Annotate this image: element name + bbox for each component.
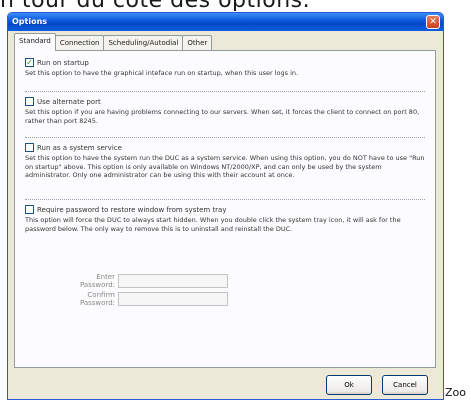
page-caption: n tour du côté des options. bbox=[0, 0, 470, 11]
options-dialog: Options ✕ Standard Connection Scheduling… bbox=[7, 12, 444, 400]
ok-button[interactable]: Ok bbox=[326, 375, 372, 395]
require-password-description: This option will force the DUC to always… bbox=[25, 216, 401, 233]
system-service-checkbox[interactable] bbox=[25, 143, 34, 152]
close-icon: ✕ bbox=[429, 17, 437, 27]
alternate-port-description: Set this option if you are having proble… bbox=[25, 108, 420, 125]
window-title: Options bbox=[12, 17, 48, 26]
system-service-description: Set this option to have the system run t… bbox=[25, 154, 425, 179]
system-service-label: Run as a system service bbox=[37, 143, 122, 152]
standard-tab-panel: ✓ Run on startup Set this option to have… bbox=[14, 50, 436, 368]
require-password-checkbox[interactable] bbox=[25, 205, 34, 214]
checkmark-icon: ✓ bbox=[26, 58, 33, 67]
require-password-label: Require password to restore window from … bbox=[37, 205, 227, 214]
tab-standard[interactable]: Standard bbox=[14, 33, 56, 51]
title-bar: Options ✕ bbox=[8, 13, 443, 31]
option-run-on-startup: ✓ Run on startup Set this option to have… bbox=[25, 57, 425, 78]
option-require-password: Require password to restore window from … bbox=[25, 199, 425, 233]
run-on-startup-description: Set this option to have the graphical in… bbox=[25, 69, 299, 77]
alternate-port-checkbox[interactable] bbox=[25, 97, 34, 106]
zoom-label: Zoo bbox=[445, 386, 466, 399]
option-alternate-port: Use alternate port Set this option if yo… bbox=[25, 91, 425, 125]
enter-password-row: Enter Password: bbox=[65, 273, 228, 289]
confirm-password-label: Confirm Password: bbox=[79, 291, 115, 307]
run-on-startup-label: Run on startup bbox=[37, 58, 89, 67]
option-system-service: Run as a system service Set this option … bbox=[25, 137, 425, 180]
tab-strip: Standard Connection Scheduling/Autodial … bbox=[14, 33, 213, 51]
run-on-startup-checkbox[interactable]: ✓ bbox=[25, 58, 34, 67]
cancel-button[interactable]: Cancel bbox=[382, 375, 428, 395]
enter-password-field[interactable] bbox=[118, 274, 228, 288]
tab-scheduling-autodial[interactable]: Scheduling/Autodial bbox=[103, 35, 184, 51]
confirm-password-row: Confirm Password: bbox=[65, 291, 228, 307]
tab-other[interactable]: Other bbox=[182, 35, 213, 51]
close-button[interactable]: ✕ bbox=[426, 15, 440, 29]
tab-connection[interactable]: Connection bbox=[54, 35, 105, 51]
alternate-port-label: Use alternate port bbox=[37, 97, 101, 106]
enter-password-label: Enter Password: bbox=[79, 273, 115, 289]
confirm-password-field[interactable] bbox=[118, 292, 228, 306]
